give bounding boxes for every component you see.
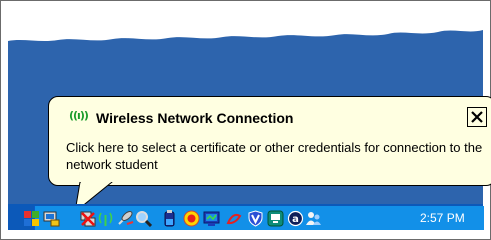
monitor-icon[interactable] [203,210,220,227]
messenger-icon[interactable] [305,210,322,227]
balloon-message[interactable]: Click here to select a certificate or ot… [66,139,486,173]
clock[interactable]: 2:57 PM [420,211,465,225]
display-settings-icon[interactable] [267,210,284,227]
battery-icon[interactable] [161,210,178,227]
magnifier-icon[interactable] [135,210,152,227]
svg-text:a: a [292,214,299,225]
balloon-title: Wireless Network Connection [96,110,294,126]
bluetooth-icon[interactable] [225,210,242,227]
satellite-icon[interactable] [117,210,134,227]
taskbar: a 2:57 PM [8,204,484,230]
wireless-signal-icon[interactable] [97,210,114,227]
show-hidden-icons-icon[interactable] [23,210,40,227]
desktop-clouds [8,8,483,41]
close-button[interactable] [467,107,487,127]
network-disconnected-icon[interactable] [79,210,96,227]
close-icon [471,111,483,123]
wireless-signal-icon: ((ı)) [69,109,89,122]
notification-balloon[interactable]: ((ı)) Wireless Network Connection Click … [48,96,491,186]
audio-icon[interactable]: a [287,210,304,227]
antivirus-icon[interactable] [183,210,200,227]
shield-icon[interactable] [247,210,264,227]
system-tray: a 2:57 PM [24,206,484,230]
network-connection-icon[interactable] [43,210,60,227]
